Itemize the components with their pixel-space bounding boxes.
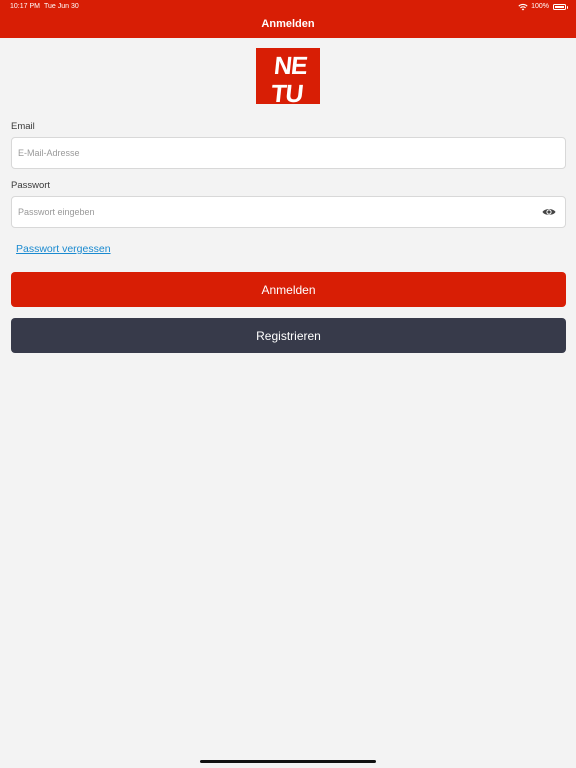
email-label: Email	[11, 121, 35, 132]
login-button[interactable]: Anmelden	[11, 272, 566, 307]
email-field[interactable]	[12, 138, 565, 168]
password-label: Passwort	[11, 180, 51, 191]
status-indicators: 100%	[518, 0, 568, 14]
netu-logo: NE TU	[256, 48, 320, 104]
status-time: 10:17 PM	[10, 3, 40, 10]
wifi-icon	[518, 4, 528, 11]
status-date: Tue Jun 30	[44, 3, 79, 10]
password-field[interactable]	[12, 197, 565, 227]
app-header: 10:17 PM Tue Jun 30 100% Anmelden	[0, 0, 576, 38]
status-bar: 10:17 PM Tue Jun 30 100%	[0, 0, 576, 14]
home-indicator	[200, 760, 376, 763]
password-field-wrapper	[11, 196, 566, 228]
logo-line-2: TU	[270, 80, 304, 104]
eye-icon[interactable]	[542, 207, 556, 217]
logo-line-1: NE	[273, 52, 309, 80]
page-title: Anmelden	[261, 18, 315, 30]
forgot-password-link[interactable]: Passwort vergessen	[16, 243, 111, 255]
register-button[interactable]: Registrieren	[11, 318, 566, 353]
battery-percent: 100%	[531, 3, 549, 10]
email-field-wrapper	[11, 137, 566, 169]
battery-icon	[553, 4, 568, 10]
